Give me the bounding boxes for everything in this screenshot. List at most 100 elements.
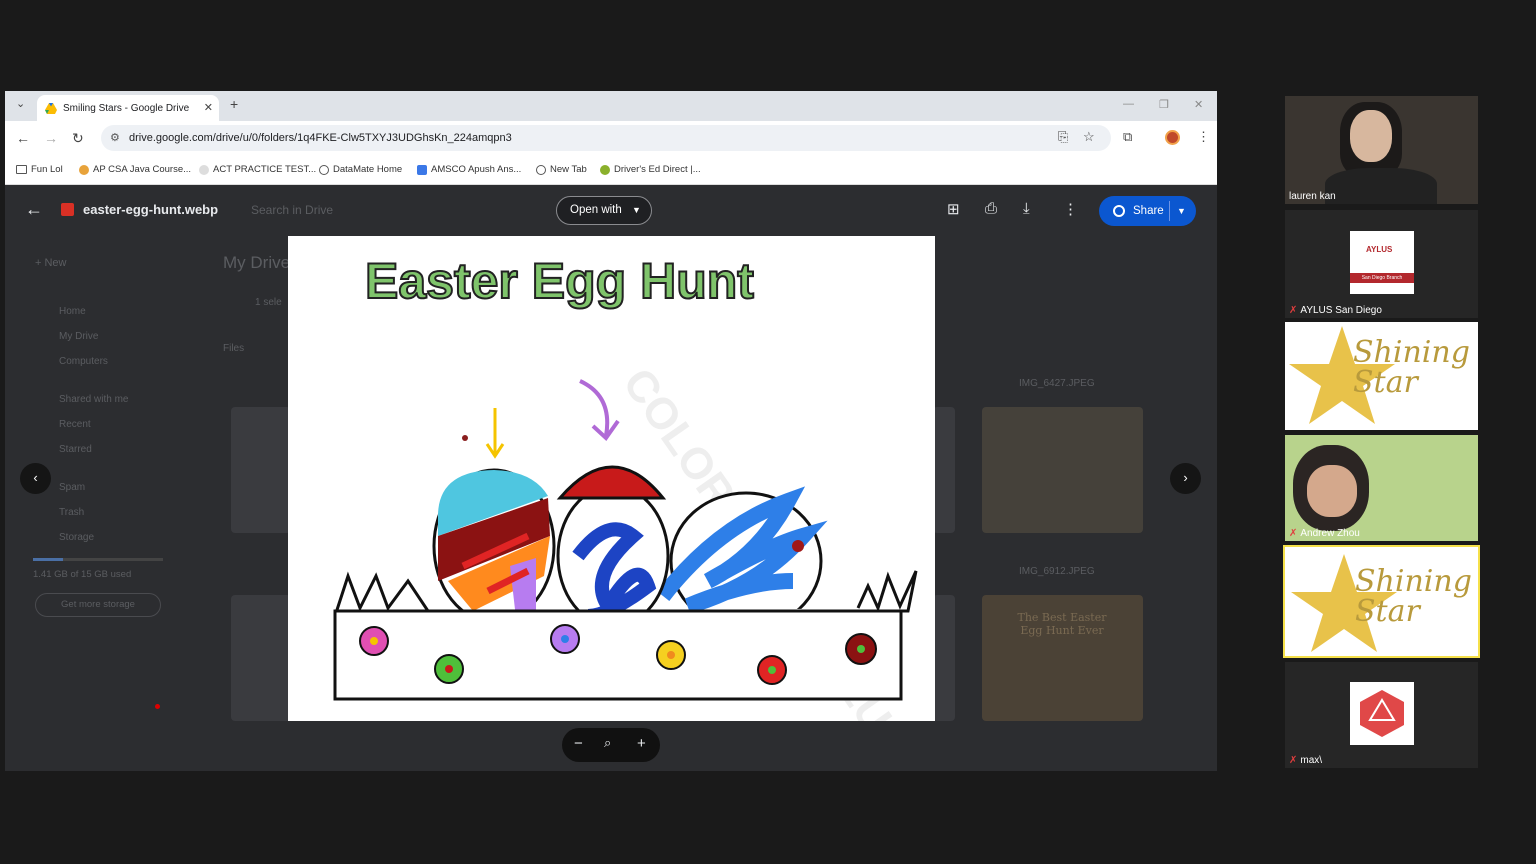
storage-used-text: 1.41 GB of 15 GB used: [33, 569, 132, 580]
nav-shared[interactable]: Shared with me: [59, 394, 128, 405]
nav-recent[interactable]: Recent: [59, 419, 91, 430]
file-card[interactable]: The Best Easter Egg Hunt Ever: [982, 595, 1143, 721]
shared-screen: ⌄ Smiling Stars - Google Drive ✕ + — ❐ ✕…: [5, 91, 1217, 771]
participant-tile[interactable]: Shining Star: [1285, 322, 1478, 430]
participant-name: ✗ AYLUS San Diego: [1289, 305, 1382, 316]
course-icon: [79, 164, 89, 175]
drive-page: Search in Drive + New Home My Drive Comp…: [5, 185, 1217, 771]
mic-muted-icon: ✗: [1289, 528, 1298, 539]
forward-icon[interactable]: →: [44, 130, 58, 146]
image-preview: COLORINGPAGE.EU Easter Egg Hunt: [288, 236, 935, 721]
storage-meter: [33, 558, 163, 561]
profile-avatar[interactable]: [1165, 130, 1180, 145]
nav-starred[interactable]: Starred: [59, 444, 92, 455]
zoom-in-icon[interactable]: +: [637, 735, 646, 752]
minimize-icon[interactable]: —: [1123, 98, 1134, 110]
nav-home[interactable]: Home: [59, 306, 86, 317]
zoom-controls: − ⌕ +: [562, 728, 660, 762]
open-with-button[interactable]: Open with ▼: [556, 196, 652, 225]
page-icon: [199, 164, 209, 175]
bookmark-item[interactable]: New Tab: [536, 164, 587, 175]
nav-storage[interactable]: Storage: [59, 532, 94, 543]
d20-icon: [1360, 690, 1404, 737]
cursor-dot: [155, 704, 160, 709]
bookmark-item[interactable]: Fun Lol: [16, 164, 63, 175]
nav-trash[interactable]: Trash: [59, 507, 84, 518]
tab-close-icon[interactable]: ✕: [204, 101, 213, 114]
bookmark-star-icon[interactable]: ☆: [1083, 129, 1095, 145]
window-close-icon[interactable]: ✕: [1194, 98, 1203, 111]
globe-icon: [1113, 205, 1125, 217]
bookmark-item[interactable]: DataMate Home: [319, 164, 402, 175]
selection-count: 1 sele: [255, 297, 282, 308]
browser-menu-icon[interactable]: ⋮: [1197, 129, 1210, 145]
url-text: drive.google.com/drive/u/0/folders/1q4FK…: [129, 132, 512, 144]
file-name: IMG_6427.JPEG: [1019, 378, 1095, 389]
browser-tab-bar: ⌄ Smiling Stars - Google Drive ✕ + — ❐ ✕: [5, 91, 1217, 121]
my-drive-title: My Drive: [223, 253, 291, 272]
file-card[interactable]: [933, 407, 955, 533]
participant-tile[interactable]: ✗ max\: [1285, 662, 1478, 768]
bookmark-item[interactable]: AP CSA Java Course...: [79, 164, 191, 175]
mic-muted-icon: ✗: [1289, 305, 1298, 316]
participant-name: lauren kan: [1289, 191, 1336, 202]
w-icon: [417, 164, 427, 175]
globe-icon: [536, 164, 546, 175]
bookmark-item[interactable]: ACT PRACTICE TEST...: [199, 164, 316, 175]
viewer-file-name: easter-egg-hunt.webp: [83, 202, 219, 217]
files-label: Files: [223, 343, 245, 354]
shining-star-logo: Shining Star: [1353, 335, 1470, 400]
file-card[interactable]: [231, 595, 291, 721]
bookmark-item[interactable]: Driver's Ed Direct |...: [600, 164, 701, 175]
new-button[interactable]: + New: [35, 257, 67, 269]
zoom-out-icon[interactable]: −: [574, 735, 583, 752]
reload-icon[interactable]: ↻: [72, 130, 84, 147]
participant-tile[interactable]: AYLUS San Diego Branch ✗ AYLUS San Diego: [1285, 210, 1478, 318]
add-comment-icon[interactable]: ⊞: [947, 200, 960, 218]
avatar: [1350, 682, 1414, 745]
share-dropdown-icon[interactable]: ▼: [1177, 196, 1186, 226]
install-app-icon[interactable]: ⎘: [1058, 129, 1068, 145]
extensions-icon[interactable]: ⧉: [1123, 129, 1132, 145]
participant-name: ✗ Andrew Zhou: [1289, 528, 1360, 539]
previous-file-button[interactable]: ‹: [20, 463, 51, 494]
nav-computers[interactable]: Computers: [59, 356, 108, 367]
url-field[interactable]: ⚙ drive.google.com/drive/u/0/folders/1q4…: [101, 125, 1111, 151]
file-card[interactable]: [982, 407, 1143, 533]
bookmark-item[interactable]: AMSCO Apush Ans...: [417, 164, 521, 175]
viewer-toolbar: ← easter-egg-hunt.webp Open with ▼ ⊞ ⎙ ⤓…: [5, 185, 1217, 237]
download-icon[interactable]: ⤓: [1023, 200, 1030, 217]
participant-tile-active[interactable]: Shining Star: [1283, 545, 1480, 658]
zoom-icon[interactable]: ⌕: [604, 735, 611, 751]
close-viewer-icon[interactable]: ←: [25, 199, 43, 220]
site-settings-icon[interactable]: ⚙: [110, 125, 120, 151]
folder-icon: [16, 165, 27, 174]
participant-name: ✗ max\: [1289, 755, 1323, 766]
tab-search-icon[interactable]: ⌄: [16, 97, 25, 110]
participant-tile[interactable]: ✗ Andrew Zhou: [1285, 435, 1478, 541]
restore-icon[interactable]: ❐: [1159, 98, 1169, 111]
more-actions-icon[interactable]: ⋮: [1063, 200, 1078, 218]
globe-icon: [319, 164, 329, 175]
easter-egg-drawing: COLORINGPAGE.EU Easter Egg Hunt: [333, 252, 918, 721]
nav-spam[interactable]: Spam: [59, 482, 85, 493]
tab-title: Smiling Stars - Google Drive: [63, 102, 190, 114]
nav-my-drive[interactable]: My Drive: [59, 331, 98, 342]
back-icon[interactable]: ←: [16, 130, 30, 146]
mic-muted-icon: ✗: [1289, 755, 1298, 766]
image-file-icon: [61, 203, 74, 216]
file-name: IMG_6912.JPEG: [1019, 566, 1095, 577]
chevron-down-icon: ▼: [632, 205, 641, 215]
get-storage-button[interactable]: Get more storage: [35, 593, 161, 617]
file-card[interactable]: [933, 595, 955, 721]
shining-star-logo: Shining Star: [1355, 564, 1472, 629]
file-card[interactable]: [231, 407, 291, 533]
browser-tab[interactable]: Smiling Stars - Google Drive ✕: [37, 95, 219, 121]
new-tab-icon[interactable]: +: [230, 96, 238, 112]
share-button[interactable]: Share ▼: [1099, 196, 1196, 226]
print-icon[interactable]: ⎙: [985, 200, 997, 217]
bookmarks-bar: Fun Lol AP CSA Java Course... ACT PRACTI…: [5, 155, 1217, 185]
next-file-button[interactable]: ›: [1170, 463, 1201, 494]
card-title: The Best Easter Egg Hunt Ever: [1017, 611, 1107, 637]
participant-tile[interactable]: lauren kan: [1285, 96, 1478, 204]
